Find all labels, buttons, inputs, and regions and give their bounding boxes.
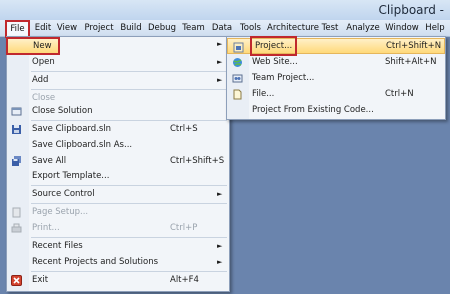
menu-item-label: Recent Projects and Solutions [32, 257, 159, 267]
project-icon [233, 42, 244, 53]
menu-bar: File Edit View Project Build Debug Team … [0, 20, 450, 38]
menu-item-recent-files[interactable]: Recent Files ► [7, 238, 229, 254]
new-submenu: Project... Ctrl+Shift+N Web Site... Shif… [226, 36, 446, 120]
menu-team[interactable]: Team [180, 22, 207, 35]
menu-item-print[interactable]: Print... Ctrl+P [7, 220, 229, 236]
menu-item-save-all[interactable]: Save All Ctrl+Shift+S [7, 153, 229, 169]
submenu-arrow-icon: ► [217, 58, 223, 66]
submenu-item-shortcut: Ctrl+Shift+N [386, 41, 442, 51]
menu-item-save-clipboard-sln-as[interactable]: Save Clipboard.sln As... [7, 137, 229, 153]
submenu-item-label: Web Site... [252, 57, 298, 67]
submenu-item-file[interactable]: File... Ctrl+N [227, 86, 445, 102]
page-setup-icon [12, 207, 21, 218]
menu-file[interactable]: File [5, 20, 30, 38]
menu-item-label: Source Control [32, 189, 95, 199]
submenu-item-label: Project From Existing Code... [252, 105, 374, 115]
submenu-arrow-icon: ► [217, 40, 223, 48]
menu-help[interactable]: Help [424, 22, 446, 35]
menu-item-label: Page Setup... [32, 207, 89, 217]
menu-item-save-clipboard-sln[interactable]: Save Clipboard.sln Ctrl+S [7, 121, 229, 137]
menu-test[interactable]: Test [320, 22, 340, 35]
menu-item-label: Open [32, 57, 55, 67]
menu-item-label: Save Clipboard.sln As... [32, 140, 133, 150]
menu-item-exit[interactable]: Exit Alt+F4 [7, 272, 229, 288]
menu-item-shortcut: Alt+F4 [170, 275, 199, 285]
menu-item-label: Save All [32, 156, 67, 166]
menu-item-shortcut: Ctrl+P [170, 223, 198, 233]
submenu-item-label: Team Project... [252, 73, 315, 83]
team-project-icon [232, 74, 243, 83]
menu-item-close-solution[interactable]: Close Solution [7, 103, 229, 119]
menu-item-shortcut: Ctrl+Shift+S [170, 156, 225, 166]
submenu-item-shortcut: Shift+Alt+N [385, 57, 437, 67]
menu-item-source-control[interactable]: Source Control ► [7, 186, 229, 202]
submenu-item-web-site[interactable]: Web Site... Shift+Alt+N [227, 54, 445, 70]
submenu-arrow-icon: ► [217, 190, 223, 198]
file-dropdown-menu: New ► Open ► Add ► Close Close Solution … [6, 36, 230, 292]
menu-build[interactable]: Build [118, 22, 144, 35]
menu-architecture[interactable]: Architecture [267, 22, 319, 35]
print-icon [11, 223, 22, 233]
menu-item-add[interactable]: Add ► [7, 72, 229, 88]
menu-analyze[interactable]: Analyze [345, 22, 381, 35]
menu-item-label: Export Template... [32, 171, 110, 181]
menu-item-export-template[interactable]: Export Template... [7, 168, 229, 184]
exit-icon [11, 275, 22, 286]
menu-item-label: Close Solution [32, 106, 93, 116]
menu-window[interactable]: Window [384, 22, 420, 35]
menu-view[interactable]: View [56, 22, 78, 35]
submenu-item-team-project[interactable]: Team Project... [227, 70, 445, 86]
submenu-item-label: File... [252, 89, 275, 99]
submenu-arrow-icon: ► [217, 242, 223, 250]
menu-item-label: Print... [32, 223, 60, 233]
submenu-arrow-icon: ► [217, 76, 223, 84]
menu-item-label: New [33, 41, 52, 51]
menu-tools[interactable]: Tools [237, 22, 264, 35]
menu-debug[interactable]: Debug [147, 22, 177, 35]
submenu-arrow-icon: ► [217, 258, 223, 266]
menu-item-label: Save Clipboard.sln [32, 124, 112, 134]
menu-item-label: Exit [32, 275, 49, 285]
submenu-item-project-from-existing-code[interactable]: Project From Existing Code... [227, 102, 445, 118]
title-bar: Clipboard - [0, 0, 450, 20]
solution-icon [11, 107, 22, 116]
menu-item-shortcut: Ctrl+S [170, 124, 198, 134]
menu-item-open[interactable]: Open ► [7, 54, 229, 70]
menu-edit[interactable]: Edit [33, 22, 53, 35]
window-title: Clipboard - [378, 3, 444, 17]
save-icon [12, 125, 21, 134]
save-all-icon [12, 156, 21, 166]
submenu-item-shortcut: Ctrl+N [385, 89, 414, 99]
menu-item-label: Add [32, 75, 49, 85]
menu-item-page-setup[interactable]: Page Setup... [7, 204, 229, 220]
menu-project[interactable]: Project [82, 22, 116, 35]
menu-data[interactable]: Data [210, 22, 234, 35]
web-site-icon [233, 58, 242, 67]
file-icon [233, 89, 242, 100]
menu-item-label: Recent Files [32, 241, 83, 251]
menu-item-recent-projects-and-solutions[interactable]: Recent Projects and Solutions ► [7, 254, 229, 270]
submenu-item-label: Project... [249, 36, 298, 56]
menu-item-new[interactable]: New [6, 37, 60, 55]
submenu-item-project[interactable]: Project... Ctrl+Shift+N [227, 36, 445, 56]
